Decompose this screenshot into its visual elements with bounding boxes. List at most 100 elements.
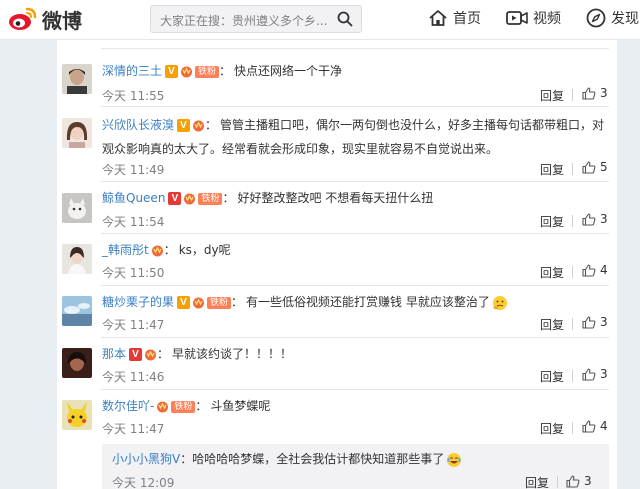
username-link[interactable]: 糖炒栗子的果: [102, 295, 174, 309]
nav-home[interactable]: 首页: [428, 6, 481, 30]
thinking-emoji-icon: [492, 295, 507, 310]
username-link[interactable]: 深情的三土: [102, 64, 162, 78]
verified-v-icon: V: [129, 348, 143, 361]
comment-time: 今天 11:50: [102, 266, 165, 280]
like-count: 5: [600, 160, 608, 174]
avatar[interactable]: [62, 193, 92, 223]
nav-discover[interactable]: 发现: [586, 6, 639, 30]
comment-text: 快点还网络一个干净: [234, 64, 343, 78]
sub-reply-time: 今天 12:09: [112, 476, 175, 489]
thumbs-up-icon: [582, 419, 596, 433]
comment-text: 好好整改整改吧 不想看每天扭什么扭: [237, 191, 434, 205]
divider: [101, 181, 609, 182]
reply-button[interactable]: 回复: [540, 316, 564, 333]
verified-v-icon: V: [168, 192, 182, 205]
reply-button[interactable]: 回复: [540, 161, 564, 178]
thumbs-up-icon: [582, 212, 596, 226]
nav-home-label: 首页: [453, 11, 481, 27]
comment-time: 今天 11:55: [102, 89, 165, 103]
sub-reply-box: 小小小黑狗V：哈哈哈哈梦蝶，全社会我估计都快知道那些事了 今天 12:09 回复…: [102, 444, 609, 489]
member-crown-icon: [193, 297, 205, 309]
thumbs-up-icon: [582, 263, 596, 277]
comment-time: 今天 11:47: [102, 318, 165, 332]
thumbs-up-icon: [582, 160, 596, 174]
comment-list: 深情的三土 V 铁粉：快点还网络一个干净 今天 11:55 回复 3 兴欣队长液溴 V…: [57, 40, 617, 489]
comment-content: 兴欣队长液溴 V：管管主播粗口吧，偶尔一两句倒也没什么，好多主播每句话都带粗口，对…: [102, 118, 605, 156]
sub-reply-username[interactable]: 小小小黑狗V: [112, 452, 180, 466]
comment-time: 今天 11:46: [102, 370, 165, 384]
separator: [572, 318, 573, 330]
comment-time: 今天 11:49: [102, 163, 165, 177]
reply-button[interactable]: 回复: [540, 420, 564, 437]
avatar[interactable]: [62, 244, 92, 274]
fan-badge: 铁粉: [195, 65, 220, 78]
comment-content: 鲸鱼Queen V 铁粉：好好整改整改吧 不想看每天扭什么扭: [102, 191, 434, 205]
username-link[interactable]: 数尔佳吖-: [102, 399, 154, 413]
like-button[interactable]: 3: [582, 315, 608, 329]
sub-reply-content: 小小小黑狗V：哈哈哈哈梦蝶，全社会我估计都快知道那些事了: [112, 449, 462, 469]
thumbs-up-icon: [582, 367, 596, 381]
reply-button[interactable]: 回复: [525, 474, 549, 489]
avatar[interactable]: [62, 400, 92, 430]
comment-content: 那本 V：早就该约谈了！！！！: [102, 347, 293, 361]
weibo-logo[interactable]: 微博: [8, 4, 82, 34]
weibo-eye-icon: [9, 7, 37, 30]
like-button[interactable]: 3: [582, 367, 608, 381]
separator: [572, 215, 573, 227]
divider: [101, 389, 609, 390]
comment-content: _韩雨彤t： ks，dy呢: [102, 243, 231, 257]
like-button[interactable]: 4: [582, 419, 608, 433]
separator: [572, 422, 573, 434]
separator: [572, 370, 573, 382]
comment-text: 有一些低俗视频还能打赏赚钱 早就应该整治了: [246, 295, 490, 309]
member-crown-icon: [184, 193, 196, 205]
username-link[interactable]: 那本: [102, 347, 126, 361]
verified-v-icon: V: [165, 65, 179, 78]
thumbs-up-icon: [566, 474, 580, 488]
avatar[interactable]: [62, 118, 92, 148]
search-icon[interactable]: [337, 11, 353, 27]
nav-video[interactable]: 视频: [506, 6, 561, 30]
like-count: 3: [600, 315, 608, 329]
like-button[interactable]: 5: [582, 160, 608, 174]
comment-content: 数尔佳吖- 铁粉：斗鱼梦蝶呢: [102, 399, 271, 413]
laughing-emoji-icon: [447, 452, 462, 467]
avatar[interactable]: [62, 296, 92, 326]
verified-v-icon: V: [177, 296, 191, 309]
member-crown-icon: [145, 349, 157, 361]
reply-button[interactable]: 回复: [540, 87, 564, 104]
logo-text: 微博: [42, 8, 82, 33]
divider: [101, 48, 609, 49]
search-input[interactable]: 大家正在搜：贵州遵义多个乡...: [150, 5, 362, 33]
comment-content: 糖炒栗子的果 V 铁粉：有一些低俗视频还能打赏赚钱 早就应该整治了: [102, 290, 612, 314]
comment-content: 深情的三土 V 铁粉：快点还网络一个干净: [102, 64, 343, 78]
like-button[interactable]: 3: [582, 212, 608, 226]
avatar[interactable]: [62, 64, 92, 94]
nav-discover-label: 发现: [611, 11, 639, 27]
divider: [101, 233, 609, 234]
comment-text: 早就该约谈了！！！！: [172, 347, 293, 361]
thumbs-up-icon: [582, 86, 596, 100]
divider: [101, 285, 609, 286]
like-button[interactable]: 3: [582, 86, 608, 100]
reply-button[interactable]: 回复: [540, 264, 564, 281]
separator: [572, 163, 573, 175]
reply-button[interactable]: 回复: [540, 213, 564, 230]
reply-button[interactable]: 回复: [540, 368, 564, 385]
like-button[interactable]: 4: [582, 263, 608, 277]
divider: [101, 337, 609, 338]
comment-text: ks，dy呢: [178, 243, 231, 257]
like-button[interactable]: 3: [566, 474, 592, 488]
like-count: 3: [600, 212, 608, 226]
thumbs-up-icon: [582, 315, 596, 329]
fan-badge: 铁粉: [171, 400, 196, 413]
member-crown-icon: [193, 120, 205, 132]
sub-reply-text: 哈哈哈哈梦蝶，全社会我估计都快知道那些事了: [192, 452, 445, 466]
username-link[interactable]: 兴欣队长液溴: [102, 118, 174, 132]
username-link[interactable]: 鲸鱼Queen: [102, 191, 165, 205]
like-count: 4: [600, 419, 608, 433]
member-crown-icon: [151, 245, 163, 257]
like-count: 3: [600, 367, 608, 381]
avatar[interactable]: [62, 348, 92, 378]
username-link[interactable]: _韩雨彤t: [102, 243, 149, 257]
